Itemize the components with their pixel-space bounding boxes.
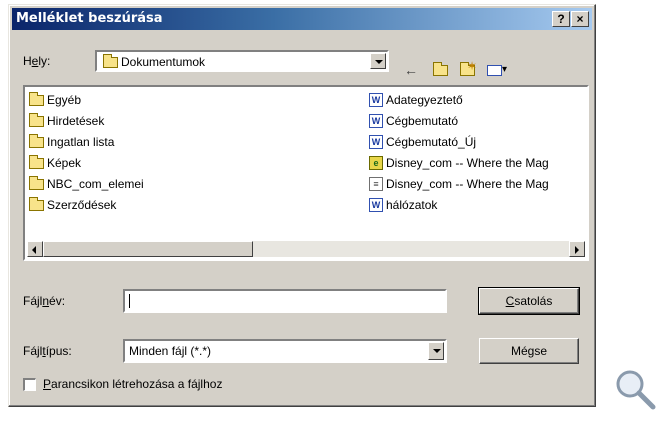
new-folder-icon[interactable]: ✶ xyxy=(455,59,477,79)
file-list-item[interactable]: W Adategyeztető xyxy=(369,91,587,109)
magnifier-icon[interactable] xyxy=(613,367,657,411)
filetype-dropdown-arrow[interactable] xyxy=(428,342,444,360)
folder-icon xyxy=(29,112,44,127)
file-list-item[interactable]: Ingatlan lista xyxy=(29,133,349,151)
file-name: Szerződések xyxy=(47,198,117,212)
folder-icon xyxy=(29,91,44,106)
file-list-item[interactable]: NBC_com_elemei xyxy=(29,175,349,193)
file-list-item[interactable]: W Cégbemutató xyxy=(369,112,587,130)
text-document-icon: ≡ xyxy=(369,177,383,191)
views-menu-icon[interactable]: ▾ xyxy=(483,61,511,79)
file-name: Disney_com -- Where the Mag xyxy=(386,177,549,191)
file-name: Egyéb xyxy=(47,93,82,107)
file-name: Képek xyxy=(47,156,82,170)
filetype-value: Minden fájl (*.*) xyxy=(129,344,212,358)
location-value: Dokumentumok xyxy=(121,55,206,69)
file-list-item[interactable]: Szerződések xyxy=(29,196,349,214)
file-name: Adategyeztető xyxy=(386,93,463,107)
filetype-combo[interactable]: Minden fájl (*.*) xyxy=(123,339,447,363)
back-icon[interactable]: ← xyxy=(401,61,421,79)
filename-label: Fájlnév: xyxy=(23,294,65,308)
up-folder-glyph xyxy=(433,62,448,76)
text-caret xyxy=(129,294,130,308)
scroll-thumb[interactable] xyxy=(43,241,253,257)
file-name: Ingatlan lista xyxy=(47,135,115,149)
help-button[interactable]: ? xyxy=(552,11,570,27)
folder-icon xyxy=(29,196,44,211)
folder-icon xyxy=(103,53,118,68)
folder-icon xyxy=(29,133,44,148)
file-list-item[interactable]: ≡ Disney_com -- Where the Mag xyxy=(369,175,587,193)
location-label: Hely: xyxy=(23,54,50,68)
views-grid-icon xyxy=(486,65,502,76)
folder-icon xyxy=(29,175,44,190)
file-name: NBC_com_elemei xyxy=(47,177,144,191)
file-name: Hirdetések xyxy=(47,114,105,128)
attach-button-label: satolás xyxy=(514,294,553,308)
file-name: Cégbemutató_Új xyxy=(386,135,477,149)
insert-attachment-dialog: Melléklet beszúrása ? × Hely: Dokumentum… xyxy=(8,4,596,407)
word-document-icon: W xyxy=(369,93,383,107)
cancel-button[interactable]: Mégse xyxy=(479,338,579,364)
folder-icon xyxy=(29,154,44,169)
location-combo[interactable]: Dokumentumok xyxy=(95,50,389,72)
filetype-label-pre: Fájl xyxy=(23,344,43,358)
file-list-item[interactable]: Whálózatok xyxy=(369,196,587,214)
close-button[interactable]: × xyxy=(571,11,589,27)
file-list-item[interactable]: Képek xyxy=(29,154,349,172)
shortcut-checkbox[interactable] xyxy=(23,378,36,391)
file-list[interactable]: Egyéb Hirdetések Ingatlan lista Képek NBC_co… xyxy=(23,85,589,261)
scroll-left-button[interactable] xyxy=(27,241,43,257)
file-list-item[interactable]: Egyéb xyxy=(29,91,349,109)
word-document-icon: W xyxy=(369,198,383,212)
dialog-title: Melléklet beszúrása xyxy=(16,11,163,26)
shortcut-label-accel: P xyxy=(43,377,52,391)
location-dropdown-arrow[interactable] xyxy=(370,53,386,69)
attach-button[interactable]: Csatolás xyxy=(478,287,580,315)
file-name: hálózatok xyxy=(386,198,438,212)
filename-label-post: év: xyxy=(49,294,66,308)
word-document-icon: W xyxy=(369,114,383,128)
filename-input[interactable] xyxy=(123,289,447,313)
up-folder-icon[interactable] xyxy=(429,61,449,79)
file-name: Disney_com -- Where the Mag xyxy=(386,156,549,170)
file-name: Cégbemutató xyxy=(386,114,459,128)
location-label-pre: H xyxy=(23,54,32,68)
shortcut-label[interactable]: Parancsikon létrehozása a fájlhoz xyxy=(43,377,222,391)
views-dropdown-icon: ▾ xyxy=(501,64,508,75)
scroll-right-button[interactable] xyxy=(569,241,585,257)
location-label-post: ly: xyxy=(38,54,51,68)
attach-button-accel: C xyxy=(505,294,515,308)
filetype-label: Fájltípus: xyxy=(23,344,72,358)
new-folder-sparkle-icon: ✶ xyxy=(467,59,478,73)
filetype-label-post: ípus: xyxy=(45,344,72,358)
filename-label-pre: Fájl xyxy=(23,294,43,308)
title-bar[interactable]: Melléklet beszúrása ? × xyxy=(12,8,592,30)
shortcut-label-text: arancsikon létrehozása a fájlhoz xyxy=(51,377,223,391)
web-document-icon: e xyxy=(369,156,383,170)
file-list-item[interactable]: W Cégbemutató_Új xyxy=(369,133,587,151)
word-document-icon: W xyxy=(369,135,383,149)
file-list-item[interactable]: Hirdetések xyxy=(29,112,349,130)
horizontal-scrollbar[interactable] xyxy=(27,241,585,257)
file-list-item[interactable]: e Disney_com -- Where the Mag xyxy=(369,154,587,172)
